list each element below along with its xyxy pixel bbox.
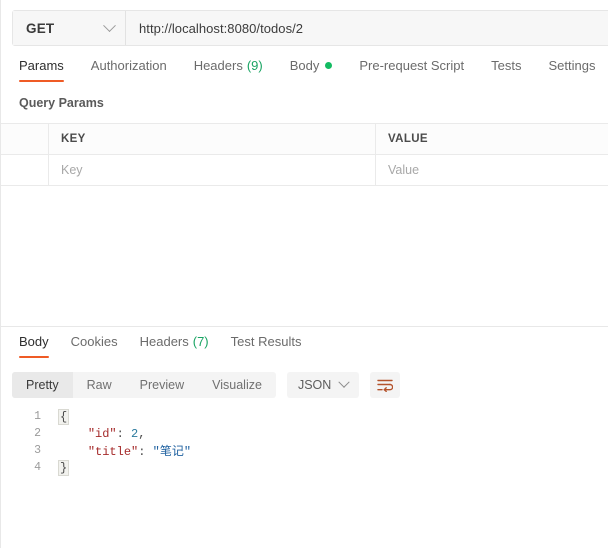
query-params-table: KEY VALUE Key Value [1,123,608,186]
tab-settings-label: Settings [548,58,596,73]
select-all-checkbox-cell [1,124,49,155]
view-preview-button[interactable]: Preview [126,372,198,398]
column-header-value: VALUE [376,124,608,155]
code-line: 4 } [1,459,608,476]
tab-params-label: Params [19,58,64,73]
tab-authorization[interactable]: Authorization [91,58,167,82]
http-method-dropdown[interactable]: GET [13,11,126,45]
param-value-placeholder: Value [388,163,420,177]
tab-authorization-label: Authorization [90,58,167,73]
json-key: "title" [87,445,139,459]
code-line: 2 "id": 2, [1,425,608,442]
json-colon: : [138,445,153,459]
json-key: "id" [87,426,117,441]
view-visualize-button[interactable]: Visualize [198,372,276,398]
line-number: 2 [34,427,41,440]
tab-pre-request-script-label: Pre-request Script [359,58,465,73]
code-line: 1 { [1,408,608,425]
column-header-key: KEY [49,124,376,155]
tab-tests[interactable]: Tests [491,58,521,82]
json-string: "笔记" [152,445,192,459]
response-format-toolbar: Pretty Raw Preview Visualize JSON [12,372,401,398]
response-tab-cookies[interactable]: Cookies [71,334,118,358]
response-body-editor[interactable]: 1 { 2 "id": 2, 3 "title": "笔记" 4 } [1,408,608,548]
response-language-label: JSON [297,378,332,392]
wrap-text-button[interactable] [370,372,401,398]
table-row[interactable]: Key Value [1,155,608,186]
row-checkbox-cell[interactable] [1,155,49,186]
pane-splitter[interactable] [1,326,608,327]
open-brace: { [57,408,70,425]
response-tab-body[interactable]: Body [19,334,49,358]
response-tab-headers-count: (7) [192,334,209,349]
response-language-dropdown[interactable]: JSON [286,372,360,398]
code-text: "id": 2, [49,426,146,441]
json-colon: : [116,426,132,441]
table-header-row: KEY VALUE [1,124,608,155]
response-tab-test-results[interactable]: Test Results [231,334,302,358]
request-empty-area [1,186,608,327]
json-comma: , [138,426,146,441]
chevron-down-icon [103,18,116,32]
url-bar: GET http://localhost:8080/todos/2 [12,10,608,46]
tab-headers-label: Headers [193,58,243,73]
request-tabs: Params Authorization Headers (9) Body Pr… [1,58,608,90]
code-line: 3 "title": "笔记" [1,442,608,459]
view-raw-button[interactable]: Raw [73,372,126,398]
tab-settings[interactable]: Settings [548,58,595,82]
response-tab-headers-label: Headers [139,334,189,349]
code-text: } [49,459,70,476]
tab-body-label: Body [289,58,320,73]
chevron-down-icon [338,376,350,388]
param-value-input[interactable]: Value [376,155,608,186]
response-tab-headers[interactable]: Headers (7) [140,334,209,358]
line-number: 4 [34,461,41,474]
close-brace: } [57,459,70,476]
body-present-dot-icon [325,62,333,69]
view-pretty-button[interactable]: Pretty [12,372,73,398]
code-text: "title": "笔记" [49,442,191,459]
tab-headers-count: (9) [246,58,263,73]
line-number: 1 [34,410,41,423]
line-number: 3 [34,444,41,457]
response-tabs: Body Cookies Headers (7) Test Results [1,334,608,362]
url-text: http://localhost:8080/todos/2 [139,20,304,36]
http-method-label: GET [26,20,55,36]
code-text: { [49,408,70,425]
param-key-placeholder: Key [61,163,83,177]
response-view-segmented-control: Pretty Raw Preview Visualize [12,372,276,398]
response-tab-test-results-label: Test Results [230,334,302,349]
tab-headers[interactable]: Headers (9) [194,58,263,82]
url-input[interactable]: http://localhost:8080/todos/2 [126,11,608,45]
response-tab-body-label: Body [19,334,49,349]
query-params-title: Query Params [19,96,104,110]
tab-params[interactable]: Params [19,58,64,82]
response-tab-cookies-label: Cookies [70,334,118,349]
tab-pre-request-script[interactable]: Pre-request Script [359,58,464,82]
postman-request-response-pane: GET http://localhost:8080/todos/2 Params… [0,0,608,548]
param-key-input[interactable]: Key [49,155,376,186]
tab-tests-label: Tests [491,58,522,73]
wrap-text-icon [377,379,394,392]
tab-body[interactable]: Body [290,58,333,82]
